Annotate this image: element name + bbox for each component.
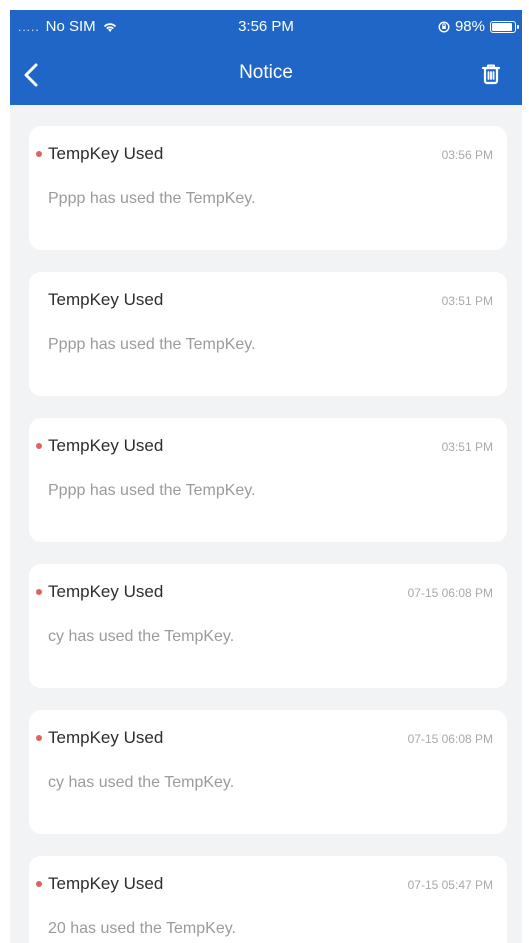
notice-card[interactable]: TempKey Used 07-15 06:08 PM cy has used th… (29, 564, 507, 688)
notice-time: 03:56 PM (441, 148, 493, 162)
notice-title: TempKey Used (48, 728, 164, 747)
notice-time: 03:51 PM (441, 440, 493, 454)
notice-card[interactable]: TempKey Used 07-15 05:47 PM 20 has used th… (29, 856, 507, 943)
notice-message: Pppp has used the TempKey. (48, 336, 256, 353)
notice-title: TempKey Used (48, 290, 164, 309)
notice-card[interactable]: TempKey Used 03:51 PM Pppp has used the Te… (29, 272, 507, 396)
unread-dot-icon (36, 881, 42, 887)
trash-icon (481, 64, 501, 85)
notice-message: 20 has used the TempKey. (48, 920, 236, 937)
notice-message: cy has used the TempKey. (48, 628, 235, 645)
orientation-lock-icon (438, 20, 450, 33)
notice-title: TempKey Used (48, 436, 164, 455)
notice-card[interactable]: TempKey Used 07-15 06:08 PM cy has used th… (29, 710, 507, 834)
status-bar: ..... No SIM 3:56 PM 98% (10, 10, 522, 44)
unread-dot-icon (36, 589, 42, 595)
battery-icon (490, 20, 519, 33)
notice-time: 07-15 05:47 PM (407, 878, 493, 892)
notice-time: 07-15 06:08 PM (407, 586, 493, 600)
notice-message: Pppp has used the TempKey. (48, 482, 256, 499)
page-title: Notice (239, 62, 293, 83)
nav-bar: Notice (10, 52, 522, 98)
header: ..... No SIM 3:56 PM 98% Notice (10, 10, 522, 105)
notice-card[interactable]: TempKey Used 03:56 PM Pppp has used the Te… (29, 126, 507, 250)
delete-button[interactable] (474, 58, 508, 92)
unread-dot-icon (36, 151, 42, 157)
notice-title: TempKey Used (48, 874, 164, 893)
notice-title: TempKey Used (48, 582, 164, 601)
battery-fill (492, 22, 512, 31)
notice-time: 07-15 06:08 PM (407, 732, 493, 746)
notice-message: cy has used the TempKey. (48, 774, 235, 791)
status-right: 98% (438, 18, 519, 35)
unread-dot-icon (36, 735, 42, 741)
unread-dot-icon (36, 443, 42, 449)
notice-card[interactable]: TempKey Used 03:51 PM Pppp has used the Te… (29, 418, 507, 542)
notice-message: Pppp has used the TempKey. (48, 190, 256, 207)
notice-time: 03:51 PM (441, 294, 493, 308)
notice-title: TempKey Used (48, 144, 164, 163)
battery-percent: 98% (454, 18, 485, 35)
battery-nub (517, 24, 519, 29)
phone-screen: ..... No SIM 3:56 PM 98% Notice TempKey … (10, 10, 522, 943)
